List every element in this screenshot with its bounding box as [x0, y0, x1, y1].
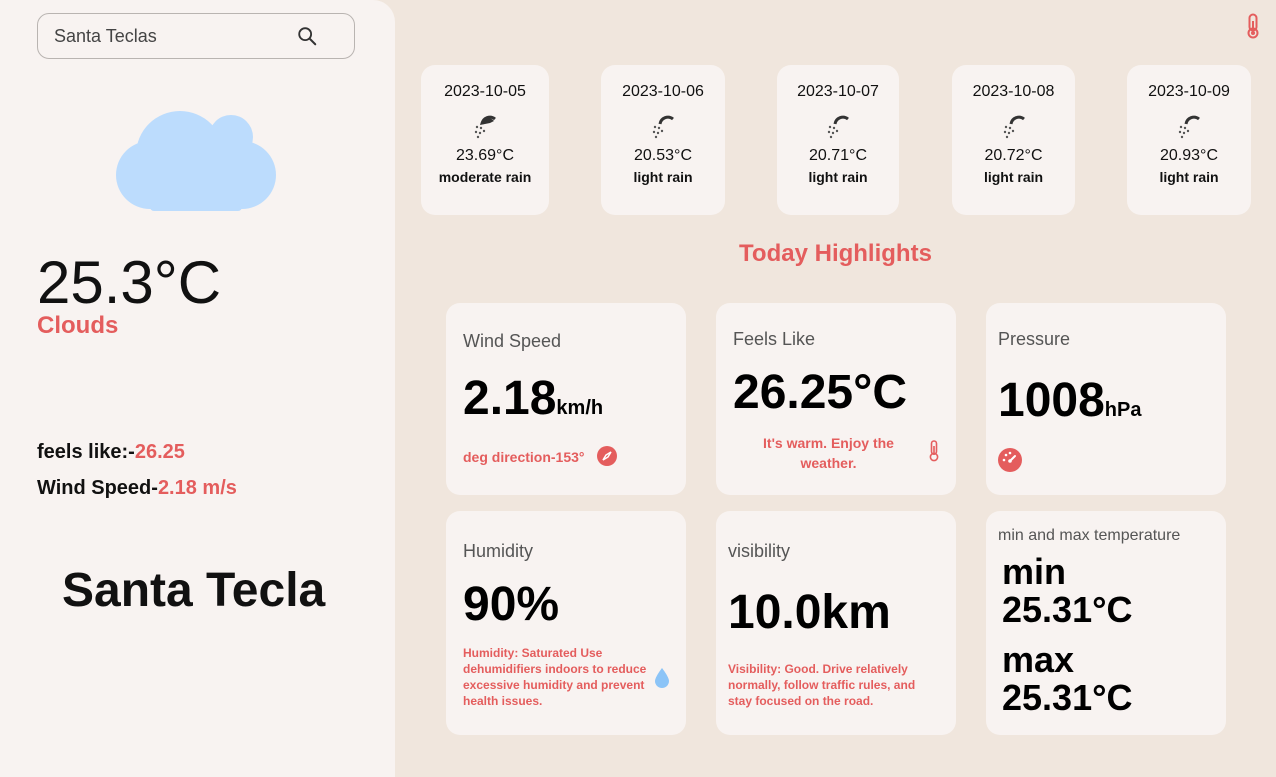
feels-like-card: Feels Like 26.25°C It's warm. Enjoy the …: [716, 303, 956, 495]
pressure-value: 1008hPa: [998, 373, 1141, 428]
water-drop-icon: [655, 668, 669, 688]
wind-speed-value: 2.18km/h: [463, 371, 603, 426]
wind-speed-title: Wind Speed: [463, 331, 562, 351]
humidity-note: Humidity: Saturated Use dehumidifiers in…: [463, 646, 647, 708]
feels-like-line: feels like:-26.25: [37, 441, 185, 464]
search-icon[interactable]: [296, 25, 318, 47]
min-temp-label: min: [1002, 551, 1067, 592]
forecast-date: 2023-10-07: [797, 83, 879, 100]
humidity-title: Humidity: [463, 541, 534, 561]
pressure-card: Pressure 1008hPa: [986, 303, 1226, 495]
forecast-desc: light rain: [808, 169, 868, 185]
pressure-title: Pressure: [998, 329, 1071, 349]
forecast-card: 2023-10-06 20.53°C light rain: [601, 65, 725, 215]
max-temp-value: 25.31°C: [1002, 677, 1133, 718]
wind-speed-number: 2.18: [463, 372, 557, 425]
rain-icon: [1178, 115, 1200, 139]
forecast-date: 2023-10-06: [622, 83, 704, 100]
search-box[interactable]: [37, 13, 355, 59]
compass-icon: [597, 446, 617, 466]
cloud-icon: [116, 111, 276, 211]
min-temp-value: 25.31°C: [1002, 589, 1133, 630]
feels-like-title: Feels Like: [733, 329, 816, 349]
forecast-card: 2023-10-09 20.93°C light rain: [1127, 65, 1251, 215]
wind-speed-value: 2.18 m/s: [157, 477, 237, 499]
visibility-value: 10.0km: [728, 586, 891, 639]
rain-icon: [474, 115, 496, 139]
forecast-date: 2023-10-09: [1148, 83, 1230, 100]
thermometer-icon: [929, 440, 939, 462]
min-max-card: min and max temperature min 25.31°C max …: [986, 511, 1226, 735]
humidity-card: Humidity 90% Humidity: Saturated Use deh…: [446, 511, 686, 735]
pressure-number: 1008: [998, 374, 1105, 427]
forecast-card: 2023-10-07 20.71°C light rain: [777, 65, 899, 215]
search-input[interactable]: [54, 25, 296, 47]
visibility-title: visibility: [728, 541, 791, 561]
forecast-desc: light rain: [633, 169, 693, 185]
feels-like-label: feels like:-: [37, 441, 135, 463]
forecast-temp: 20.53°C: [634, 147, 692, 164]
feels-like-note: It's warm. Enjoy the weather.: [763, 435, 894, 471]
current-temperature: 25.3°C: [37, 249, 222, 316]
gauge-icon: [998, 448, 1022, 472]
feels-like-value: 26.25: [134, 441, 185, 463]
wind-speed-unit: km/h: [556, 397, 604, 419]
forecast-desc: light rain: [1159, 169, 1219, 185]
pressure-unit: hPa: [1104, 399, 1142, 421]
rain-icon: [652, 115, 674, 139]
city-name: Santa Tecla: [62, 564, 326, 617]
forecast-card: 2023-10-08 20.72°C light rain: [952, 65, 1075, 215]
max-temp-label: max: [1002, 639, 1075, 680]
visibility-card: visibility 10.0km Visibility: Good. Driv…: [716, 511, 956, 735]
wind-direction-note: deg direction-153°: [463, 449, 585, 465]
forecast-card: 2023-10-05 23.69°C moderate rain: [421, 65, 549, 215]
wind-speed-line: Wind Speed-2.18 m/s: [37, 477, 237, 500]
forecast-temp: 20.93°C: [1160, 147, 1218, 164]
forecast-desc: moderate rain: [438, 169, 532, 185]
humidity-value: 90%: [463, 578, 560, 631]
visibility-note: Visibility: Good. Drive relatively norma…: [728, 662, 916, 708]
forecast-temp: 23.69°C: [456, 147, 514, 164]
min-max-title: min and max temperature: [998, 527, 1181, 544]
rain-icon: [1003, 115, 1025, 139]
thermometer-icon[interactable]: [1244, 13, 1262, 39]
forecast-date: 2023-10-08: [972, 83, 1055, 100]
forecast-desc: light rain: [983, 169, 1044, 185]
highlights-title: Today Highlights: [739, 240, 932, 267]
forecast-date: 2023-10-05: [444, 83, 526, 100]
current-condition: Clouds: [37, 312, 119, 339]
wind-speed-label: Wind Speed-: [37, 477, 158, 499]
wind-speed-card: Wind Speed 2.18km/h deg direction-153°: [446, 303, 686, 495]
sidebar: 25.3°C Clouds feels like:-26.25 Wind Spe…: [0, 0, 395, 777]
forecast-temp: 20.71°C: [809, 147, 867, 164]
forecast-temp: 20.72°C: [984, 147, 1043, 164]
rain-icon: [827, 115, 849, 139]
feels-like-value: 26.25°C: [733, 366, 907, 419]
